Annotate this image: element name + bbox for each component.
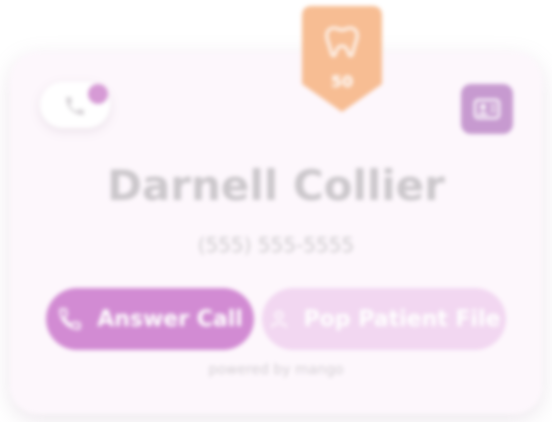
pop-patient-file-label: Pop Patient File bbox=[303, 306, 501, 332]
contact-card-icon bbox=[473, 98, 501, 120]
corner-action-button[interactable] bbox=[461, 84, 513, 134]
badge-count: 50 bbox=[330, 72, 354, 91]
caller-phone: (555) 555-5555 bbox=[197, 233, 355, 257]
phone-icon bbox=[59, 308, 81, 330]
notification-dot bbox=[88, 84, 108, 104]
incoming-call-widget: 50 Darnell Collier (555) 555-5555 Answer… bbox=[0, 0, 552, 422]
user-icon bbox=[270, 310, 287, 328]
caller-name: Darnell Collier bbox=[107, 161, 445, 210]
tooth-icon bbox=[325, 26, 359, 57]
answer-call-label: Answer Call bbox=[97, 306, 243, 332]
phone-icon bbox=[66, 97, 84, 115]
pop-patient-file-button[interactable]: Pop Patient File bbox=[262, 288, 506, 350]
answer-call-button[interactable]: Answer Call bbox=[46, 288, 254, 350]
powered-by-text: powered by mango bbox=[208, 362, 344, 378]
patient-count-badge: 50 bbox=[302, 6, 382, 114]
